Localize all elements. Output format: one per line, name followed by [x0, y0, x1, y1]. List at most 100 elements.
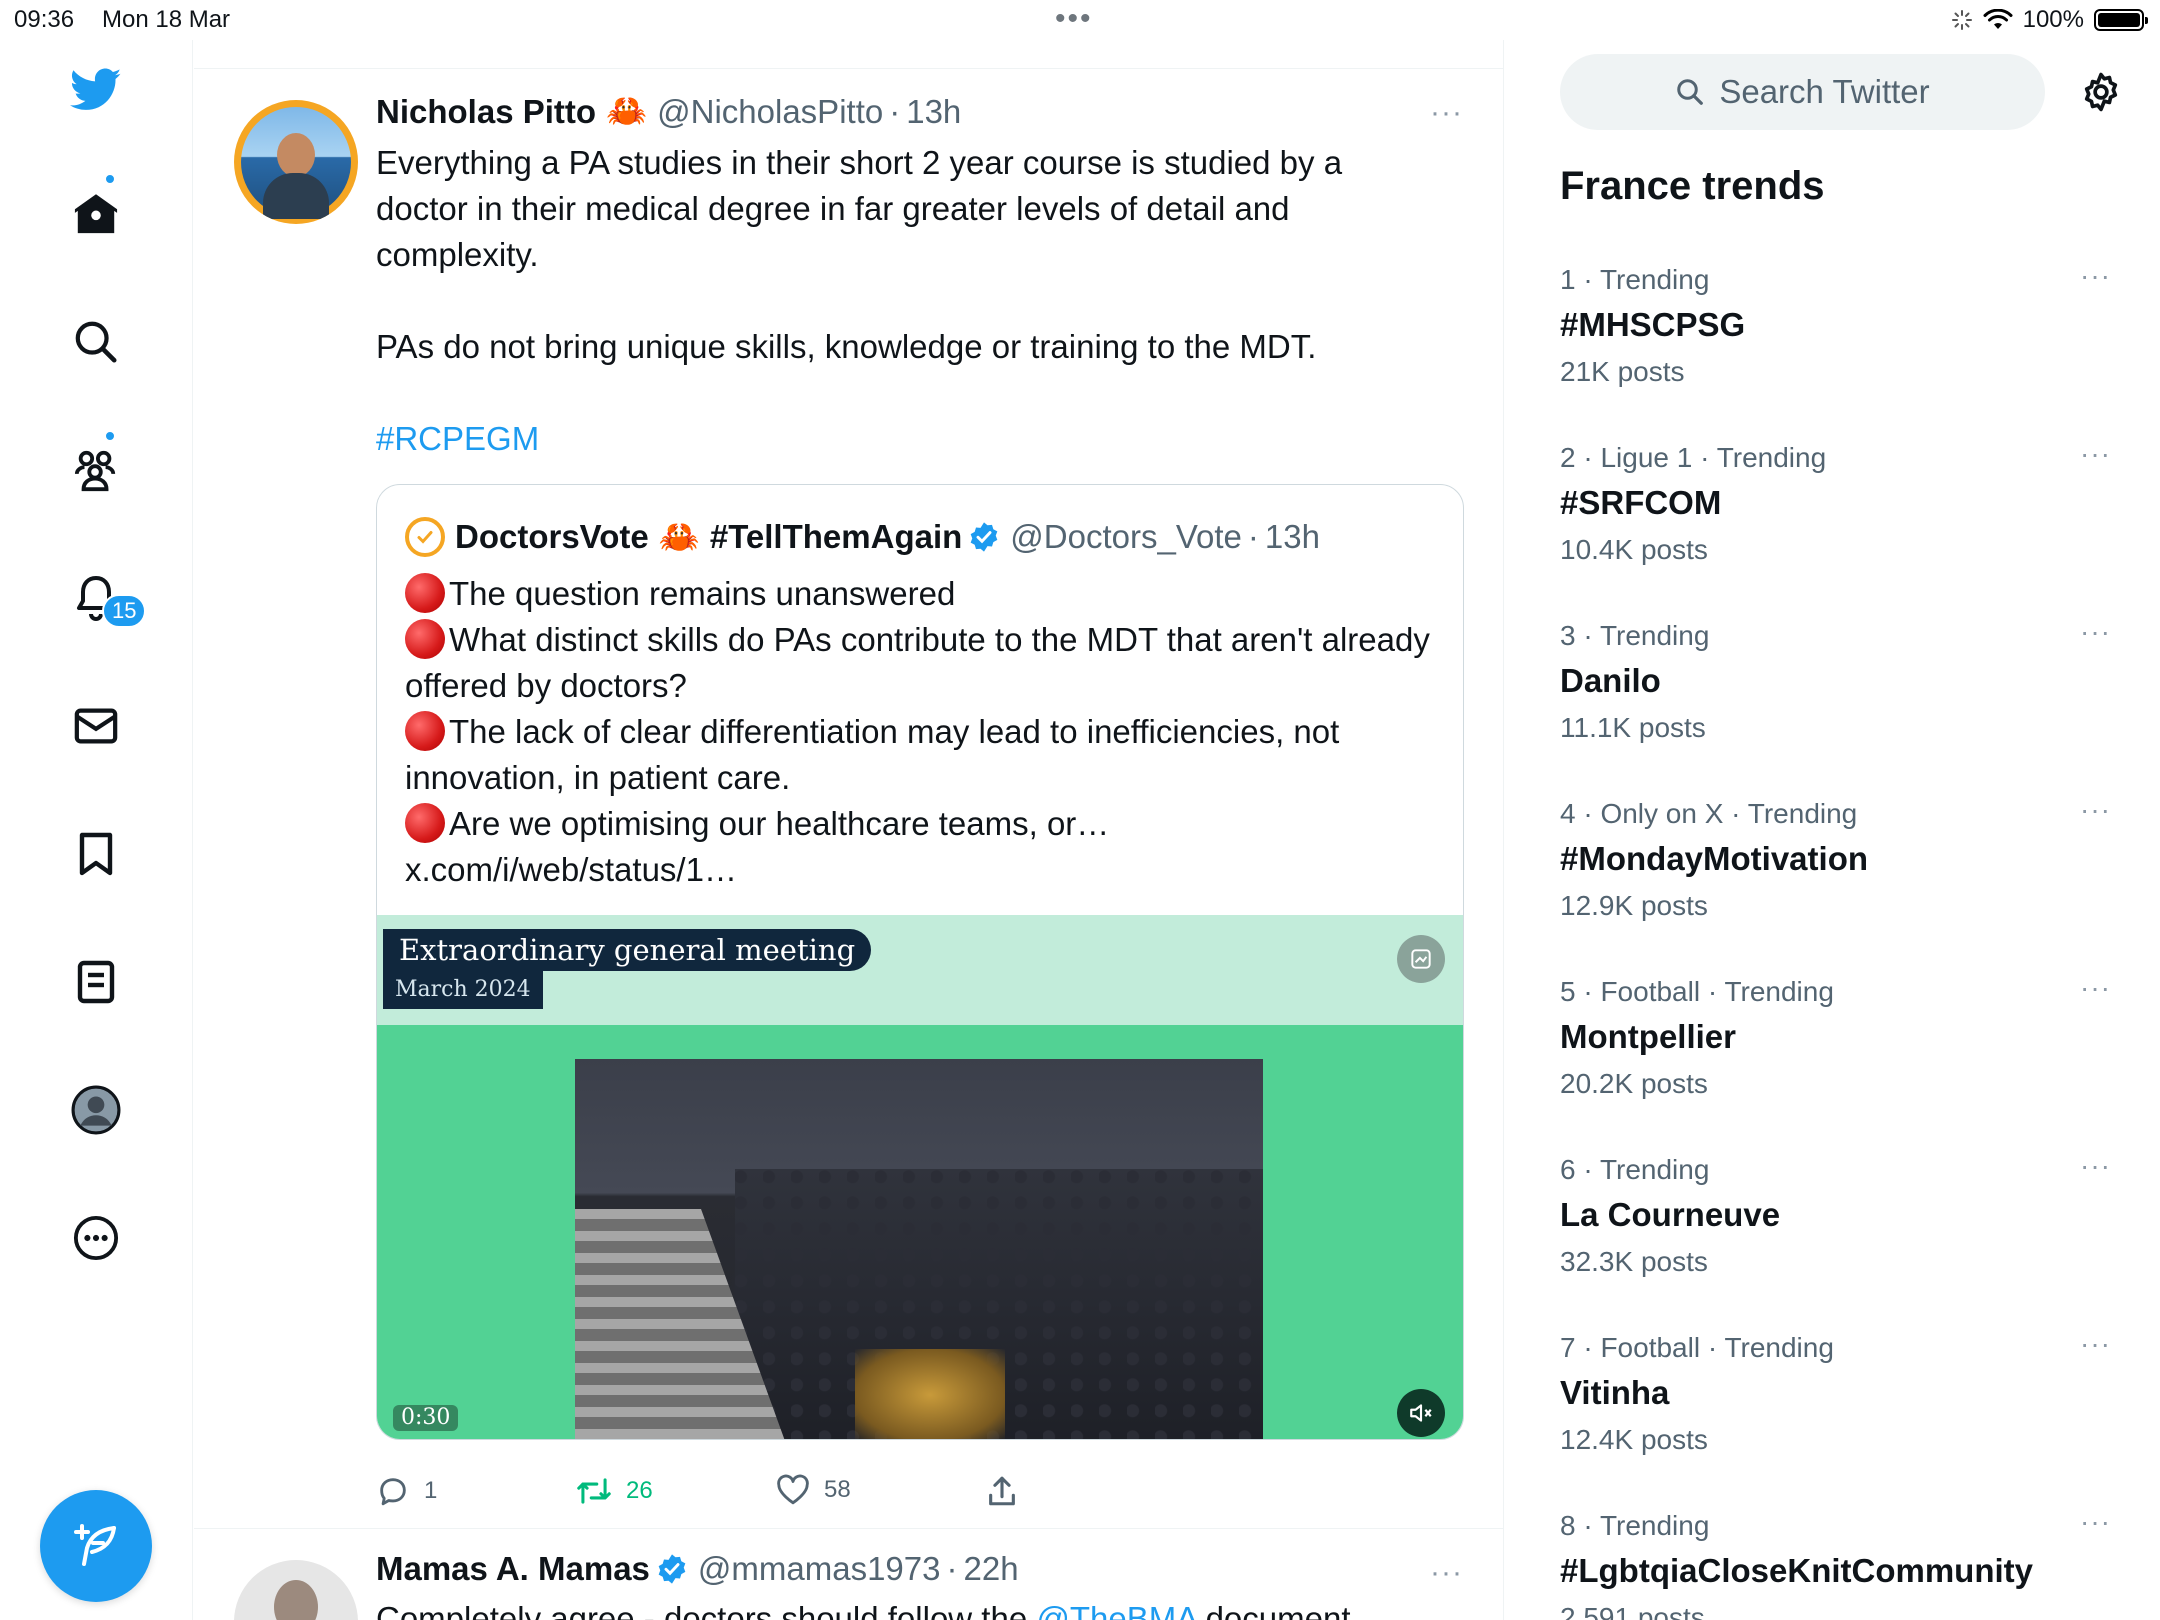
tweet-author-handle[interactable]: @mmamas1973	[698, 1550, 941, 1588]
search-icon	[1677, 79, 1704, 105]
video-frame[interactable]	[575, 1059, 1263, 1439]
bma-logo-icon	[1397, 935, 1445, 983]
compose-tweet-button[interactable]	[40, 1490, 152, 1602]
tweet-text: Completely agree - doctors should follow…	[376, 1596, 1426, 1620]
status-time: 09:36	[14, 6, 75, 33]
tweet-author-name[interactable]: Nicholas Pitto	[376, 93, 596, 131]
retweet-icon	[577, 1478, 611, 1504]
trends-heading: France trends	[1560, 164, 1825, 208]
tweet-author-handle[interactable]: @NicholasPitto	[657, 93, 883, 131]
tweet-header: Nicholas Pitto 🦀 @NicholasPitto · 13h	[376, 92, 962, 131]
trend-item[interactable]: 8 · Trending #LgbtqiaCloseKnitCommunity …	[1560, 1506, 2120, 1620]
verified-badge-icon	[970, 522, 998, 552]
timeline[interactable]: Nicholas Pitto 🦀 @NicholasPitto · 13h ··…	[194, 40, 1504, 1620]
retweet-button[interactable]: 26	[576, 1474, 653, 1508]
reply-button[interactable]: 1	[376, 1474, 437, 1508]
tweet-author-name[interactable]: Mamas A. Mamas	[376, 1550, 650, 1588]
wifi-icon	[1983, 9, 2013, 29]
reply-icon	[380, 1478, 406, 1506]
banner-title: Extraordinary general meeting	[383, 929, 872, 971]
quoted-tweet-header: DoctorsVote 🦀 #TellThemAgain @Doctors_Vo…	[405, 517, 1320, 557]
compose-feather-icon	[74, 1524, 116, 1566]
trend-more-icon[interactable]: ···	[2080, 616, 2111, 648]
tweet-author-avatar[interactable]	[234, 100, 358, 224]
trend-item[interactable]: 7 · Football · Trending Vitinha 12.4K po…	[1560, 1328, 2120, 1456]
messages-mail-icon[interactable]	[66, 696, 126, 756]
verified-badge-icon	[658, 1554, 686, 1584]
trend-item[interactable]: 2 · Ligue 1 · Trending #SRFCOM 10.4K pos…	[1560, 438, 2120, 566]
status-bar: 09:36 Mon 18 Mar ••• 100%	[0, 0, 2160, 40]
tweet-author-avatar[interactable]	[234, 1560, 358, 1620]
trend-item[interactable]: 5 · Football · Trending Montpellier 20.2…	[1560, 972, 2120, 1100]
quoted-tweet-text: The question remains unanswered What dis…	[405, 573, 1430, 888]
home-unread-dot	[104, 173, 116, 185]
truncated-link[interactable]: x.com/i/web/status/1…	[405, 851, 737, 888]
left-navigation: 15	[0, 40, 193, 1620]
trend-item[interactable]: 1 · Trending #MHSCPSG 21K posts ···	[1560, 260, 2120, 388]
profile-avatar-icon[interactable]	[66, 1080, 126, 1140]
communities-unread-dot	[104, 430, 116, 442]
trend-item[interactable]: 4 · Only on X · Trending #MondayMotivati…	[1560, 794, 2120, 922]
tweet-timestamp[interactable]: 13h	[906, 93, 961, 131]
share-button[interactable]	[986, 1474, 1018, 1508]
banner-date: March 2024	[383, 971, 543, 1009]
tweet-actions: 1 26 58	[376, 1474, 1464, 1514]
tweet-timestamp[interactable]: 22h	[964, 1550, 1019, 1588]
video-media[interactable]: Extraordinary general meeting March 2024…	[377, 915, 1463, 1439]
retweet-count: 26	[626, 1477, 653, 1504]
heart-icon	[777, 1474, 809, 1505]
status-indicators: 100%	[1951, 6, 2148, 34]
trend-more-icon[interactable]: ···	[2080, 260, 2111, 292]
notifications-badge: 15	[102, 594, 147, 628]
trend-item[interactable]: 3 · Trending Danilo 11.1K posts ···	[1560, 616, 2120, 744]
explore-search-icon[interactable]	[66, 312, 126, 372]
lists-icon[interactable]	[66, 952, 126, 1012]
crab-emoji: 🦀	[658, 517, 700, 555]
battery-percent: 100%	[2022, 6, 2084, 33]
quoted-author-handle[interactable]: @Doctors_Vote	[1010, 518, 1242, 556]
mention-link[interactable]: @TheBMA	[1036, 1600, 1196, 1620]
battery-icon	[2094, 9, 2148, 31]
tweet-header: Mamas A. Mamas @mmamas1973 · 22h	[376, 1550, 1019, 1588]
twitter-logo-icon[interactable]	[66, 60, 126, 120]
quoted-timestamp[interactable]: 13h	[1265, 518, 1320, 556]
bookmarks-icon[interactable]	[66, 824, 126, 884]
tweet-paragraph: Everything a PA studies in their short 2…	[376, 144, 1343, 273]
speaker-muted-icon	[1410, 1404, 1432, 1422]
like-count: 58	[824, 1476, 851, 1503]
quoted-author-avatar[interactable]	[405, 517, 445, 557]
trend-more-icon[interactable]: ···	[2080, 794, 2111, 826]
crab-emoji: 🦀	[606, 92, 648, 129]
communities-icon[interactable]	[66, 440, 126, 500]
trend-item[interactable]: 6 · Trending La Courneuve 32.3K posts ··…	[1560, 1150, 2120, 1278]
quoted-tweet[interactable]: DoctorsVote 🦀 #TellThemAgain @Doctors_Vo…	[376, 484, 1464, 1440]
trend-more-icon[interactable]: ···	[2080, 1150, 2111, 1182]
trend-more-icon[interactable]: ···	[2080, 1328, 2111, 1360]
red-circle-emoji	[405, 619, 445, 659]
tweet-paragraph: PAs do not bring unique skills, knowledg…	[376, 328, 1317, 365]
video-banner: Extraordinary general meeting March 2024	[377, 915, 1463, 1025]
status-date: Mon 18 Mar	[102, 6, 231, 33]
video-duration: 0:30	[393, 1405, 459, 1431]
search-placeholder: Search Twitter	[1719, 73, 1930, 110]
quoted-author-tag: #TellThemAgain	[709, 518, 963, 555]
search-twitter-input[interactable]: Search Twitter	[1560, 54, 2045, 130]
trend-more-icon[interactable]: ···	[2080, 438, 2111, 470]
like-button[interactable]: 58	[776, 1474, 851, 1506]
tweet-more-icon[interactable]: ···	[1430, 1556, 1463, 1590]
reply-count: 1	[424, 1477, 438, 1504]
loading-spinner-icon	[1951, 10, 1972, 30]
red-circle-emoji	[405, 711, 445, 751]
tweet-more-icon[interactable]: ···	[1430, 96, 1463, 130]
quoted-author-name[interactable]: DoctorsVote	[455, 518, 649, 556]
hashtag-link[interactable]: #RCPEGM	[376, 420, 539, 457]
settings-gear-icon[interactable]	[2075, 66, 2127, 118]
share-icon	[989, 1476, 1015, 1506]
mute-toggle-button[interactable]	[1397, 1389, 1445, 1437]
multitasking-dots-icon[interactable]: •••	[1055, 2, 1093, 36]
trend-more-icon[interactable]: ···	[2080, 1506, 2111, 1538]
right-sidebar: Search Twitter France trends 1 · Trendin…	[1505, 40, 2160, 1620]
trend-more-icon[interactable]: ···	[2080, 972, 2111, 1004]
more-options-icon[interactable]	[66, 1208, 126, 1268]
home-icon[interactable]	[66, 184, 126, 244]
